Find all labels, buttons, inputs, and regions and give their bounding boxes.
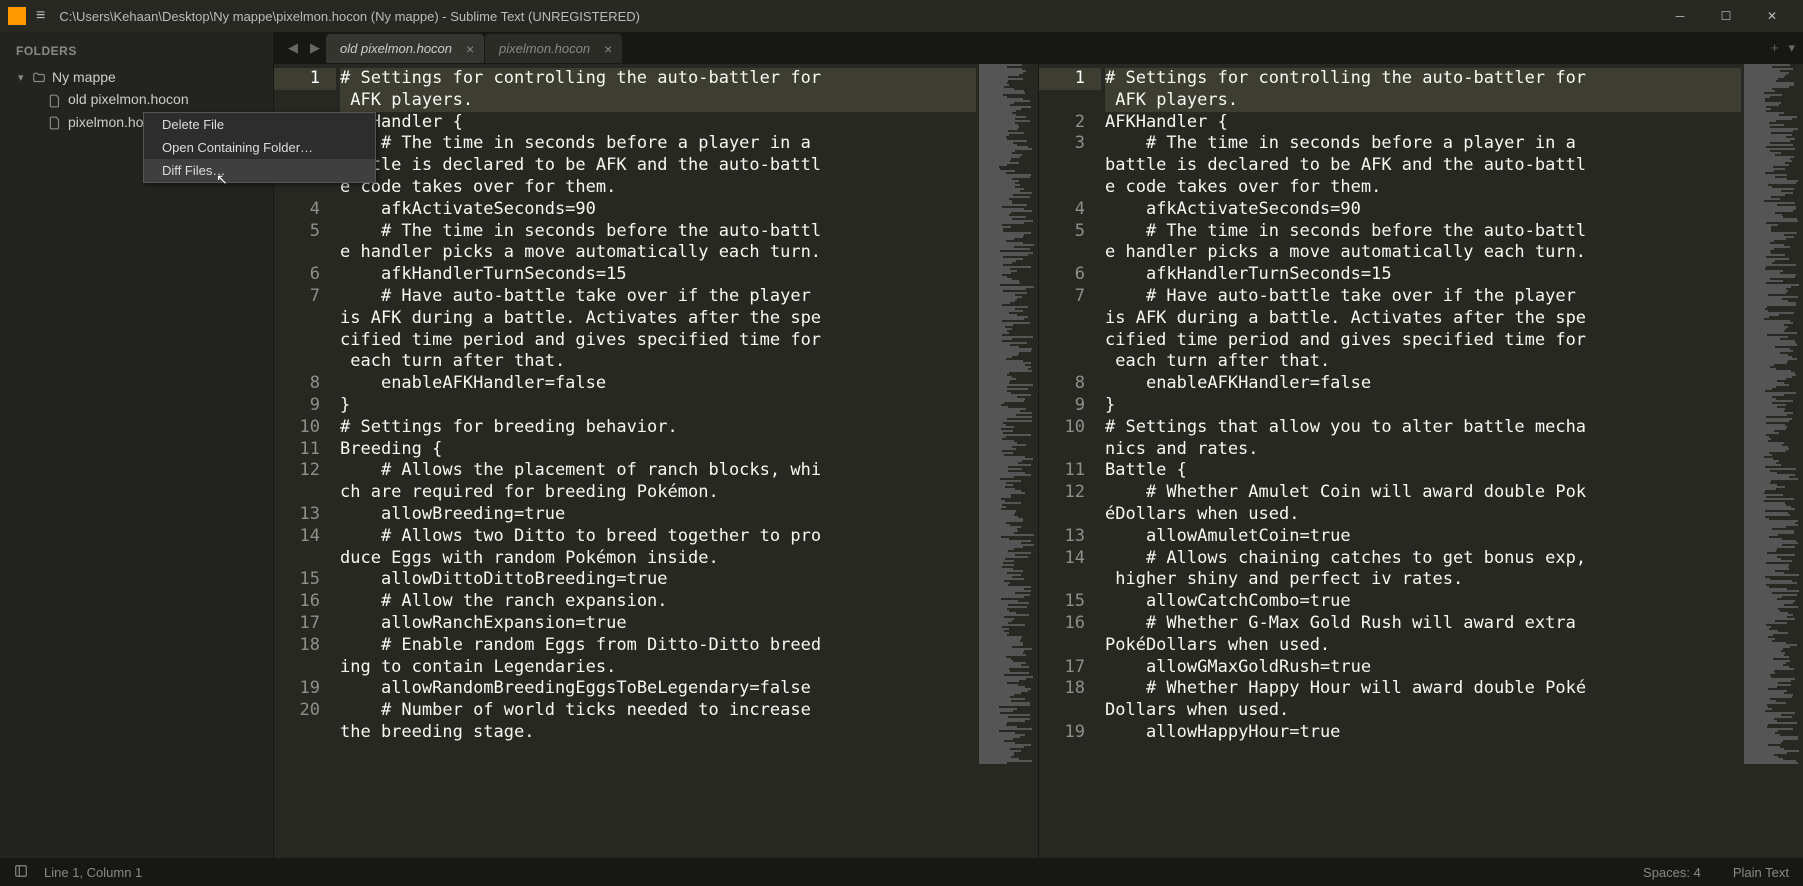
file-item[interactable]: old pixelmon.hocon [0, 88, 273, 110]
indentation-setting[interactable]: Spaces: 4 [1643, 865, 1701, 880]
file-label: old pixelmon.hocon [68, 91, 189, 107]
close-button[interactable]: ✕ [1749, 0, 1795, 32]
code-content[interactable]: # Settings for controlling the auto-batt… [336, 64, 976, 858]
tab-label: old pixelmon.hocon [340, 41, 452, 56]
editor-area: ◀ ▶ old pixelmon.hocon × pixelmon.hocon … [274, 32, 1803, 858]
minimap[interactable] [1741, 64, 1803, 858]
maximize-button[interactable]: ☐ [1703, 0, 1749, 32]
code-content[interactable]: # Settings for controlling the auto-batt… [1101, 64, 1741, 858]
context-delete-file[interactable]: Delete File [144, 113, 375, 136]
statusbar: Line 1, Column 1 Spaces: 4 Plain Text [0, 858, 1803, 886]
file-icon [48, 114, 62, 130]
nav-forward-icon[interactable]: ▶ [304, 40, 326, 56]
folder-item[interactable]: ▾ Ny mappe [0, 66, 273, 88]
cursor-position[interactable]: Line 1, Column 1 [44, 865, 142, 880]
panel-icon[interactable] [14, 864, 28, 881]
close-icon[interactable]: × [466, 41, 474, 57]
tab-bar: ◀ ▶ old pixelmon.hocon × pixelmon.hocon … [274, 32, 1803, 64]
context-open-folder[interactable]: Open Containing Folder… [144, 136, 375, 159]
app-logo [8, 7, 26, 25]
tab-pixelmon[interactable]: pixelmon.hocon × [485, 34, 622, 63]
context-menu: Delete File Open Containing Folder… Diff… [143, 112, 376, 183]
minimize-button[interactable]: ─ [1657, 0, 1703, 32]
cursor-icon: ↖ [216, 171, 228, 188]
nav-back-icon[interactable]: ◀ [282, 40, 304, 56]
window-title: C:\Users\Kehaan\Desktop\Ny mappe\pixelmo… [59, 9, 1657, 24]
syntax-setting[interactable]: Plain Text [1733, 865, 1789, 880]
new-tab-icon[interactable]: + [1771, 40, 1779, 56]
folder-icon [32, 69, 46, 85]
close-icon[interactable]: × [604, 41, 612, 57]
tab-old-pixelmon[interactable]: old pixelmon.hocon × [326, 34, 484, 63]
context-diff-files[interactable]: Diff Files… [144, 159, 375, 182]
tab-label: pixelmon.hocon [499, 41, 590, 56]
editor-pane-left[interactable]: 1234567891011121314151617181920 # Settin… [274, 64, 1039, 858]
file-icon [48, 91, 62, 107]
gutter: 1234567891011121314151617181920 [274, 64, 336, 858]
folders-header: FOLDERS [0, 32, 273, 66]
menu-icon[interactable]: ≡ [36, 7, 45, 25]
sidebar: FOLDERS ▾ Ny mappe old pixelmon.hocon pi… [0, 32, 274, 858]
gutter: 12345678910111213141516171819 [1039, 64, 1101, 858]
tabs-dropdown-icon[interactable]: ▾ [1788, 40, 1795, 56]
editor-pane-right[interactable]: 12345678910111213141516171819 # Settings… [1039, 64, 1803, 858]
folder-label: Ny mappe [52, 69, 116, 85]
titlebar: ≡ C:\Users\Kehaan\Desktop\Ny mappe\pixel… [0, 0, 1803, 32]
minimap[interactable] [976, 64, 1038, 858]
collapse-icon[interactable]: ▾ [18, 71, 32, 84]
